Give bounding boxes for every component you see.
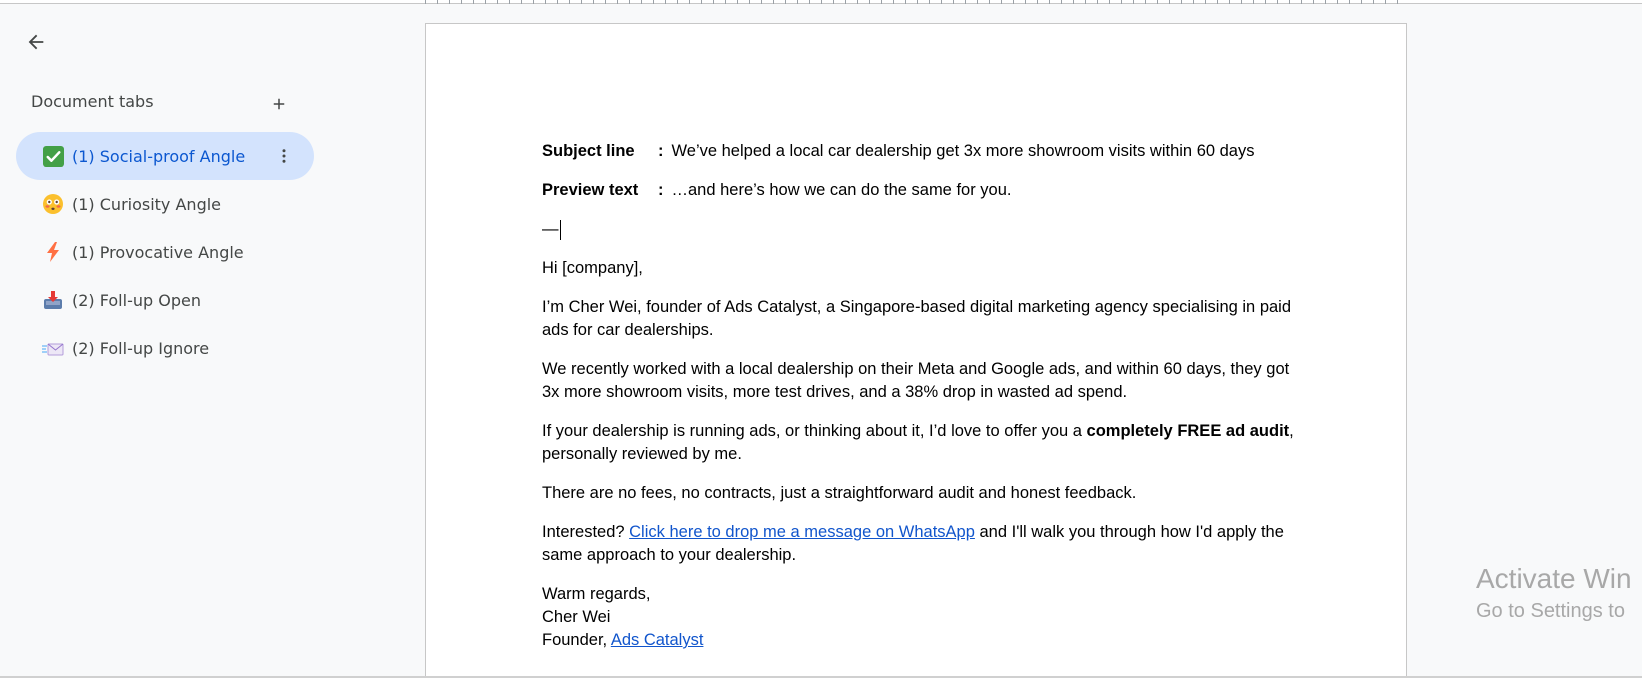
subject-line-separator: : <box>658 142 664 160</box>
tab-label: (1) Provocative Angle <box>72 242 244 262</box>
signature-title: Founder, Ads Catalyst <box>542 629 1302 652</box>
tab-label: (2) Foll-up Ignore <box>72 338 210 358</box>
signature-closing: Warm regards, <box>542 585 651 603</box>
paragraph-no-fees: There are no fees, no contracts, just a … <box>542 484 1137 502</box>
check-mark-icon <box>42 145 64 167</box>
document-tabs-title: Document tabs <box>31 92 154 111</box>
greeting: Hi [company], <box>542 259 643 277</box>
tab-social-proof-angle[interactable]: (1) Social-proof Angle <box>16 132 314 180</box>
tab-follow-up-open[interactable]: (2) Foll-up Open <box>16 276 314 324</box>
plus-icon <box>273 98 285 110</box>
subject-line-value: We’ve helped a local car dealership get … <box>671 142 1255 160</box>
subject-line-label: Subject line <box>542 142 635 160</box>
text-cursor <box>559 219 561 240</box>
tab-options-button[interactable] <box>270 142 298 170</box>
tab-list: (1) Social-proof Angle (1) Curiosity Ang… <box>16 132 314 372</box>
preview-text-value: …and here’s how we can do the same for y… <box>671 181 1012 199</box>
inbox-tray-icon <box>42 289 64 311</box>
more-vertical-icon <box>282 149 286 163</box>
preview-text-row: Preview text : …and here’s how we can do… <box>542 179 1302 202</box>
preview-text-separator: : <box>658 181 664 199</box>
subject-line-row: Subject line : We’ve helped a local car … <box>542 140 1302 163</box>
tab-follow-up-ignore[interactable]: (2) Foll-up Ignore <box>16 324 314 372</box>
tab-label: (1) Social-proof Angle <box>72 146 246 166</box>
flushed-face-icon <box>42 193 64 215</box>
ruler-ticks <box>425 0 1405 4</box>
ads-catalyst-link[interactable]: Ads Catalyst <box>611 631 704 649</box>
dash-line: — <box>542 218 1302 241</box>
tab-label: (1) Curiosity Angle <box>72 194 222 214</box>
document-body[interactable]: Subject line : We’ve helped a local car … <box>542 140 1302 652</box>
paragraph-offer: If your dealership is running ads, or th… <box>542 420 1302 466</box>
tab-provocative-angle[interactable]: (1) Provocative Angle <box>16 228 314 276</box>
envelope-icon <box>42 337 64 359</box>
back-button[interactable] <box>18 24 54 60</box>
whatsapp-link[interactable]: Click here to drop me a message on Whats… <box>629 523 975 541</box>
document-page[interactable]: Subject line : We’ve helped a local car … <box>425 23 1407 678</box>
preview-text-label: Preview text <box>542 181 639 199</box>
em-dash: — <box>542 220 559 238</box>
offer-text-pre: If your dealership is running ads, or th… <box>542 422 1087 440</box>
watermark-line-1: Activate Win <box>1476 563 1632 594</box>
activate-windows-watermark: Activate Win Go to Settings to <box>1476 562 1632 624</box>
paragraph-results: We recently worked with a local dealersh… <box>542 360 1290 401</box>
tab-label: (2) Foll-up Open <box>72 290 201 310</box>
signature: Warm regards, Cher Wei Founder, Ads Cata… <box>542 583 1302 652</box>
offer-bold: completely FREE ad audit <box>1086 422 1290 440</box>
paragraph-cta: Interested? Click here to drop me a mess… <box>542 521 1302 567</box>
cta-text-pre: Interested? <box>542 523 630 541</box>
lightning-icon <box>42 241 64 263</box>
signature-title-pre: Founder, <box>542 631 611 649</box>
document-tabs-sidebar: Document tabs (1) Social-proof Angle (1)… <box>0 4 400 678</box>
paragraph-intro: I’m Cher Wei, founder of Ads Catalyst, a… <box>542 298 1292 339</box>
signature-name: Cher Wei <box>542 608 611 626</box>
watermark-line-2: Go to Settings to <box>1476 600 1625 622</box>
add-tab-button[interactable] <box>265 90 293 118</box>
tab-curiosity-angle[interactable]: (1) Curiosity Angle <box>16 180 314 228</box>
arrow-left-icon <box>28 34 44 50</box>
